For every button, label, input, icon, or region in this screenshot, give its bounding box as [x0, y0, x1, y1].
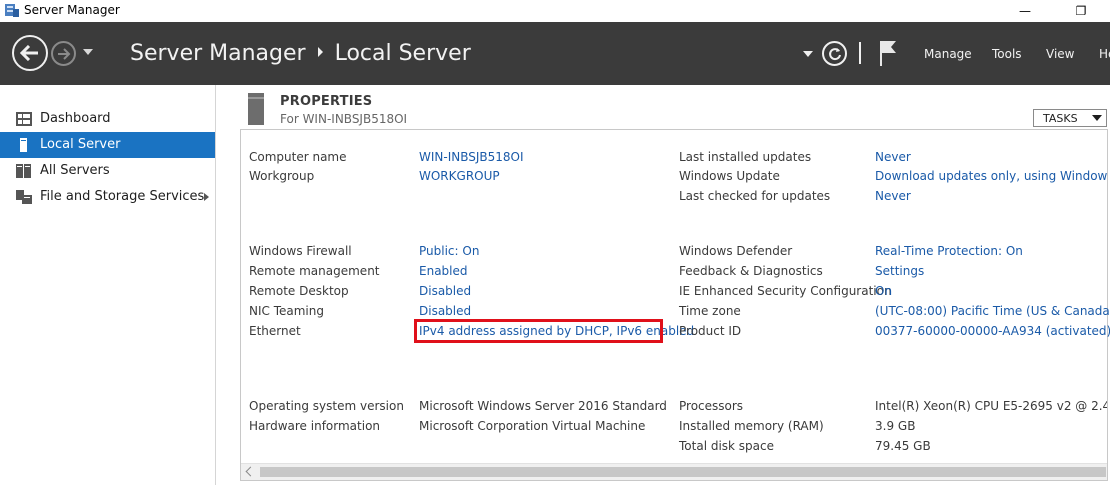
property-label: Remote Desktop — [249, 284, 349, 298]
breadcrumb-root[interactable]: Server Manager — [130, 41, 306, 66]
sidebar-item-label: Local Server — [40, 137, 121, 152]
property-label: Hardware information — [249, 419, 381, 433]
sidebar-item-all-servers[interactable]: All Servers — [0, 158, 215, 184]
property-label: IE Enhanced Security Configuration — [679, 284, 892, 298]
title-bar: Server Manager — ❐ — [0, 0, 1110, 22]
back-button[interactable] — [12, 35, 48, 71]
property-value-link[interactable]: Settings — [875, 264, 924, 278]
property-label: Total disk space — [679, 439, 775, 453]
tasks-dropdown-button[interactable]: TASKS — [1033, 109, 1107, 127]
property-label: Product ID — [679, 324, 742, 338]
property-value-link[interactable]: WORKGROUP — [419, 169, 500, 183]
header-bar: Server Manager Local Server Manage Tools … — [0, 22, 1110, 85]
property-value: Microsoft Corporation Virtual Machine — [419, 419, 646, 433]
property-value-link[interactable]: Disabled — [419, 304, 471, 318]
property-value-link[interactable]: On — [875, 284, 892, 298]
sidebar-item-label: All Servers — [40, 163, 110, 178]
property-value-link[interactable]: WIN-INBSJB518OI — [419, 150, 524, 164]
property-value-link[interactable]: Never — [875, 150, 911, 164]
menu-help[interactable]: He — [1099, 47, 1110, 61]
history-dropdown-icon[interactable] — [83, 49, 93, 55]
refresh-dropdown-icon[interactable] — [803, 51, 813, 57]
forward-arrow-icon — [57, 47, 70, 60]
server-icon — [20, 138, 27, 152]
chevron-down-icon — [1092, 115, 1102, 121]
property-label: Workgroup — [249, 169, 315, 183]
properties-title: PROPERTIES — [280, 94, 373, 109]
property-label: Time zone — [679, 304, 741, 318]
servers-icon — [16, 164, 31, 178]
expand-arrow-icon[interactable] — [204, 193, 209, 201]
dashboard-grid-icon — [16, 112, 32, 126]
property-value-link[interactable]: Download updates only, using Windows Upd — [875, 169, 1107, 183]
property-value-link[interactable]: (UTC-08:00) Pacific Time (US & Canada) — [875, 304, 1110, 318]
menu-view[interactable]: View — [1046, 47, 1074, 61]
property-label: Installed memory (RAM) — [679, 419, 824, 433]
menu-tools[interactable]: Tools — [992, 47, 1022, 61]
highlight-box — [414, 319, 663, 343]
minimize-button[interactable]: — — [1002, 0, 1048, 22]
notifications-flag-icon[interactable] — [878, 39, 898, 67]
breadcrumb: Server Manager Local Server — [130, 41, 471, 66]
sidebar-item-label: Dashboard — [40, 111, 111, 126]
minimize-icon: — — [1019, 4, 1031, 18]
sidebar: Dashboard Local Server All Servers File … — [0, 85, 216, 485]
property-label: Processors — [679, 399, 744, 413]
sidebar-item-file-storage[interactable]: File and Storage Services — [0, 184, 215, 210]
tasks-label: TASKS — [1043, 112, 1078, 125]
property-value-link[interactable]: Never — [875, 189, 911, 203]
property-label: Computer name — [249, 150, 347, 164]
maximize-button[interactable]: ❐ — [1058, 0, 1104, 22]
sidebar-item-local-server[interactable]: Local Server — [0, 132, 215, 158]
property-value: Microsoft Windows Server 2016 Standard — [419, 399, 667, 413]
forward-button[interactable] — [51, 41, 76, 66]
property-label: Operating system version — [249, 399, 404, 413]
server-tile-icon — [248, 93, 264, 125]
property-value-link[interactable]: Real-Time Protection: On — [875, 244, 1023, 258]
property-value-link[interactable]: Public: On — [419, 244, 479, 258]
property-label: Ethernet — [249, 324, 301, 338]
scrollbar-thumb[interactable] — [260, 467, 1106, 477]
scroll-left-icon[interactable] — [245, 466, 256, 477]
refresh-button[interactable] — [822, 41, 847, 66]
property-value: 3.9 GB — [875, 419, 916, 433]
property-label: Last checked for updates — [679, 189, 831, 203]
header-separator — [859, 42, 861, 64]
property-value: Intel(R) Xeon(R) CPU E5-2695 v2 @ 2.40GH… — [875, 399, 1107, 413]
property-value: 79.45 GB — [875, 439, 931, 453]
window-title: Server Manager — [24, 3, 120, 17]
property-label: Windows Defender — [679, 244, 793, 258]
sidebar-item-label: File and Storage Services — [40, 189, 205, 204]
property-label: Last installed updates — [679, 150, 812, 164]
property-value-link[interactable]: Enabled — [419, 264, 468, 278]
property-label: Feedback & Diagnostics — [679, 264, 823, 278]
server-manager-app-icon — [5, 4, 19, 17]
restore-icon: ❐ — [1075, 4, 1087, 18]
property-value-link[interactable]: 00377-60000-00000-AA934 (activated) — [875, 324, 1110, 338]
refresh-icon — [828, 47, 841, 60]
horizontal-scrollbar[interactable] — [241, 463, 1107, 480]
property-label: NIC Teaming — [249, 304, 324, 318]
storage-icon — [16, 190, 32, 204]
sidebar-item-dashboard[interactable]: Dashboard — [0, 106, 215, 132]
menu-manage[interactable]: Manage — [924, 47, 972, 61]
properties-subtitle: For WIN-INBSJB518OI — [280, 112, 408, 126]
property-value-link[interactable]: Disabled — [419, 284, 471, 298]
breadcrumb-separator-icon — [317, 47, 323, 57]
property-label: Remote management — [249, 264, 380, 278]
breadcrumb-current: Local Server — [334, 41, 471, 66]
back-arrow-icon — [20, 45, 38, 61]
property-label: Windows Update — [679, 169, 780, 183]
property-label: Windows Firewall — [249, 244, 352, 258]
